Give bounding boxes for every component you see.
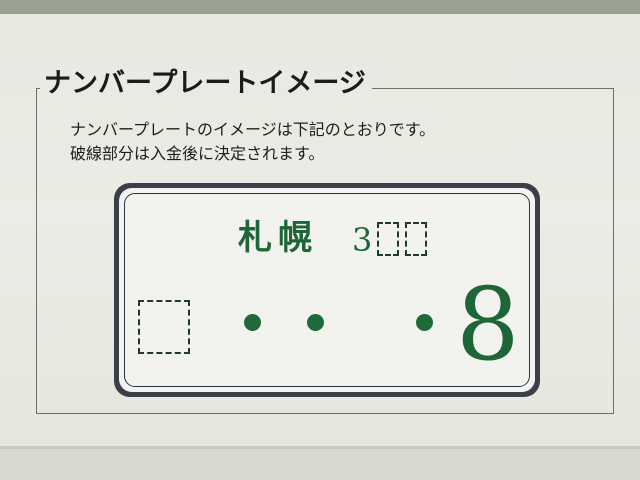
screen: ナンバープレートイメージ ナンバープレートのイメージは下記のとおりです。 破線部… bbox=[0, 0, 640, 480]
description-line-2: 破線部分は入金後に決定されます。 bbox=[70, 144, 325, 163]
plate-serial-placeholder-dot bbox=[244, 314, 261, 331]
plate-class-prefix: 3 bbox=[352, 221, 373, 259]
plate-serial-placeholder-dot bbox=[416, 314, 433, 331]
plate-hiragana-hidden-slot bbox=[138, 300, 190, 354]
top-strip bbox=[0, 0, 640, 14]
plate-serial-digit: 8 bbox=[456, 266, 520, 383]
plate-serial-placeholder-dot bbox=[307, 314, 324, 331]
section-title: ナンバープレートイメージ bbox=[40, 67, 372, 101]
plate-class-hidden-slot bbox=[405, 222, 427, 256]
plate-class-hidden-slot bbox=[377, 222, 399, 256]
bottom-area bbox=[0, 446, 640, 480]
description-line-1: ナンバープレートのイメージは下記のとおりです。 bbox=[70, 120, 436, 139]
plate-region-name: 札幌 bbox=[238, 218, 318, 258]
